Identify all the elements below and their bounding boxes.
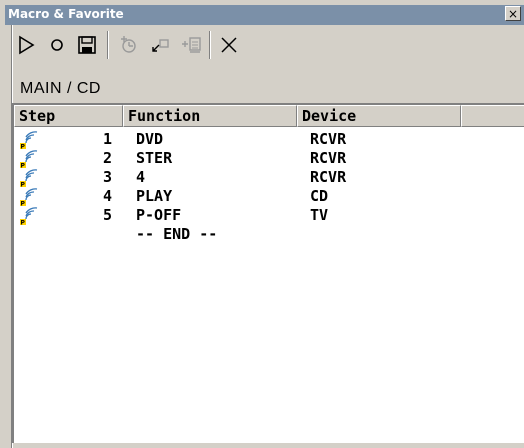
function-cell: STER bbox=[136, 149, 173, 167]
function-cell: P-OFF bbox=[136, 206, 182, 224]
device-cell: RCVR bbox=[310, 130, 347, 148]
add-end-button[interactable] bbox=[179, 33, 203, 57]
device-cell: TV bbox=[310, 206, 329, 224]
delete-icon bbox=[217, 33, 241, 57]
close-button[interactable]: × bbox=[505, 6, 521, 21]
step-number: 3 bbox=[102, 168, 112, 186]
function-cell: PLAY bbox=[136, 187, 173, 205]
insert-step-button[interactable] bbox=[117, 33, 141, 57]
play-icon bbox=[14, 33, 38, 57]
column-header-device[interactable]: Device bbox=[297, 105, 461, 127]
record-icon bbox=[45, 33, 69, 57]
table-row[interactable]: P 1 DVD RCVR bbox=[14, 130, 524, 149]
end-marker-row: -- END -- bbox=[14, 225, 524, 244]
step-list[interactable]: Step Function Device P 1 DVD RCVR P 2 ST… bbox=[12, 103, 524, 443]
table-row[interactable]: P 3 4 RCVR bbox=[14, 168, 524, 187]
toolbar bbox=[5, 29, 524, 65]
function-cell: 4 bbox=[136, 168, 146, 186]
table-row[interactable]: P 4 PLAY CD bbox=[14, 187, 524, 206]
column-header-function[interactable]: Function bbox=[123, 105, 297, 127]
remote-step-icon: P bbox=[20, 207, 38, 225]
step-number: 5 bbox=[102, 206, 112, 224]
save-button[interactable] bbox=[75, 33, 99, 57]
play-button[interactable] bbox=[14, 33, 38, 57]
step-number: 4 bbox=[102, 187, 112, 205]
record-button[interactable] bbox=[45, 33, 69, 57]
device-cell: RCVR bbox=[310, 168, 347, 186]
device-cell: CD bbox=[310, 187, 329, 205]
column-header-row: Step Function Device bbox=[14, 105, 524, 127]
remote-step-icon: P bbox=[20, 188, 38, 206]
column-header-step[interactable]: Step bbox=[14, 105, 123, 127]
delete-button[interactable] bbox=[217, 33, 241, 57]
toolbar-separator bbox=[209, 31, 211, 59]
end-marker: -- END -- bbox=[136, 225, 218, 243]
title-bar[interactable]: Macro & Favorite × bbox=[5, 5, 524, 25]
remote-step-icon: P bbox=[20, 131, 38, 149]
window-title: Macro & Favorite bbox=[8, 7, 124, 21]
step-number: 2 bbox=[102, 149, 112, 167]
table-row[interactable]: P 5 P-OFF TV bbox=[14, 206, 524, 225]
function-cell: DVD bbox=[136, 130, 164, 148]
save-icon bbox=[75, 33, 99, 57]
toolbar-separator bbox=[107, 31, 109, 59]
device-cell: RCVR bbox=[310, 149, 347, 167]
move-step-button[interactable] bbox=[149, 33, 173, 57]
step-number: 1 bbox=[102, 130, 112, 148]
add-end-icon bbox=[179, 33, 203, 57]
insert-step-icon bbox=[117, 33, 141, 57]
table-row[interactable]: P 2 STER RCVR bbox=[14, 149, 524, 168]
remote-step-icon: P bbox=[20, 150, 38, 168]
remote-step-icon: P bbox=[20, 169, 38, 187]
move-step-icon bbox=[149, 33, 173, 57]
breadcrumb: MAIN / CD bbox=[20, 80, 101, 97]
column-header-extra[interactable] bbox=[461, 105, 524, 127]
